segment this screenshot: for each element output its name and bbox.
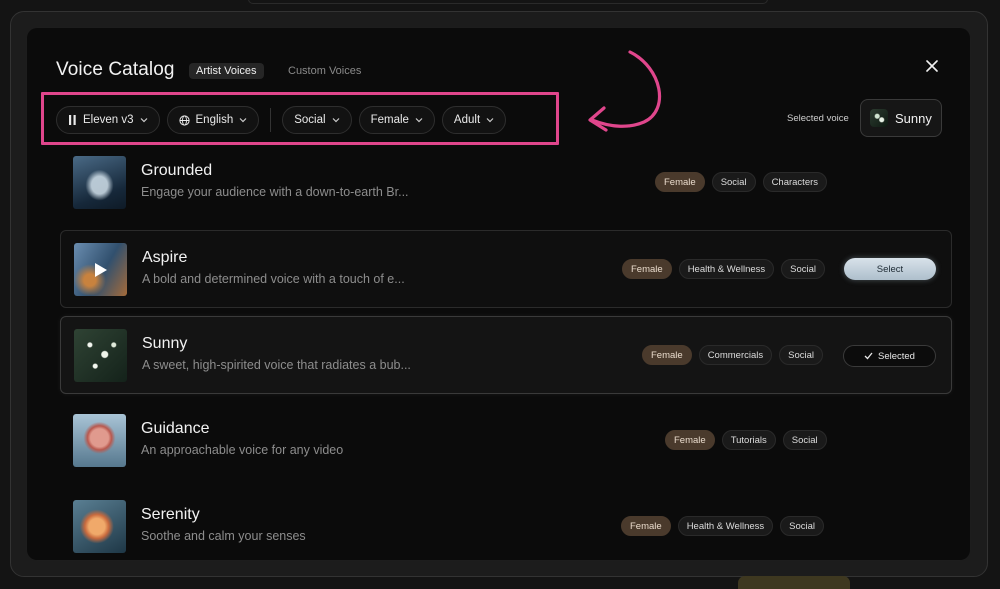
voice-tags: Female Social Characters: [655, 172, 828, 192]
tag: Tutorials: [721, 430, 776, 450]
voice-thumbnail: [73, 156, 126, 209]
tag: Female: [665, 430, 715, 450]
voice-row-sunny[interactable]: Sunny A sweet, high-spirited voice that …: [60, 316, 952, 394]
annotation-arrow-icon: [588, 50, 661, 132]
select-button[interactable]: Select: [844, 258, 936, 280]
voice-description: Soothe and calm your senses: [141, 529, 306, 543]
voice-description: A sweet, high-spirited voice that radiat…: [142, 358, 411, 372]
voice-name: Sunny: [142, 335, 188, 352]
close-button[interactable]: [922, 56, 942, 76]
selected-voice-chip[interactable]: Sunny: [860, 99, 942, 137]
voice-description: Engage your audience with a down-to-eart…: [141, 185, 409, 199]
voice-thumbnail: [74, 329, 127, 382]
filter-highlight-box: [41, 92, 559, 145]
tag: Social: [782, 430, 827, 450]
tab-artist-voices[interactable]: Artist Voices: [189, 63, 264, 79]
voice-name: Serenity: [141, 506, 200, 523]
voice-thumbnail[interactable]: [74, 243, 127, 296]
background-generate-button: [738, 576, 850, 589]
voice-row-grounded[interactable]: Grounded Engage your audience with a dow…: [60, 154, 952, 232]
voice-row-guidance[interactable]: Guidance An approachable voice for any v…: [60, 402, 952, 480]
voice-thumbnail: [73, 500, 126, 553]
tag: Social: [780, 516, 825, 536]
voice-tags: Female Health & Wellness Social: [622, 259, 826, 279]
tag: Health & Wellness: [678, 259, 775, 279]
tab-custom-voices[interactable]: Custom Voices: [281, 63, 368, 79]
tag: Female: [621, 516, 671, 536]
tag: Characters: [762, 172, 828, 192]
voice-name: Guidance: [141, 420, 210, 437]
voice-row-aspire[interactable]: Aspire A bold and determined voice with …: [60, 230, 952, 308]
background-toolbar: [248, 0, 768, 4]
tag: Female: [655, 172, 705, 192]
voice-description: An approachable voice for any video: [141, 443, 344, 457]
voice-tags: Female Commercials Social: [642, 345, 823, 365]
tag: Health & Wellness: [677, 516, 774, 536]
selected-button[interactable]: Selected: [843, 345, 936, 367]
tag: Female: [622, 259, 672, 279]
voice-catalog-modal: Voice Catalog Artist Voices Custom Voice…: [27, 28, 970, 560]
voice-row-serenity[interactable]: Serenity Soothe and calm your senses Fem…: [60, 488, 952, 560]
selected-button-label: Selected: [878, 350, 915, 362]
play-icon: [94, 262, 107, 277]
voice-name: Aspire: [142, 249, 188, 266]
voice-thumbnail: [73, 414, 126, 467]
check-icon: [864, 352, 873, 360]
voice-name: Grounded: [141, 162, 213, 179]
close-icon: [926, 60, 938, 72]
selected-voice-label: Selected voice: [787, 113, 849, 124]
voice-description: A bold and determined voice with a touch…: [142, 272, 405, 286]
selected-voice-avatar: [870, 109, 888, 127]
voice-tags: Female Health & Wellness Social: [621, 516, 825, 536]
play-button[interactable]: [74, 243, 127, 296]
selected-voice-name: Sunny: [895, 110, 932, 126]
tag: Commercials: [698, 345, 773, 365]
tag: Female: [642, 345, 692, 365]
voice-tags: Female Tutorials Social: [665, 430, 827, 450]
tag: Social: [779, 345, 823, 365]
modal-title: Voice Catalog: [56, 59, 175, 80]
tag: Social: [781, 259, 826, 279]
tag: Social: [711, 172, 756, 192]
